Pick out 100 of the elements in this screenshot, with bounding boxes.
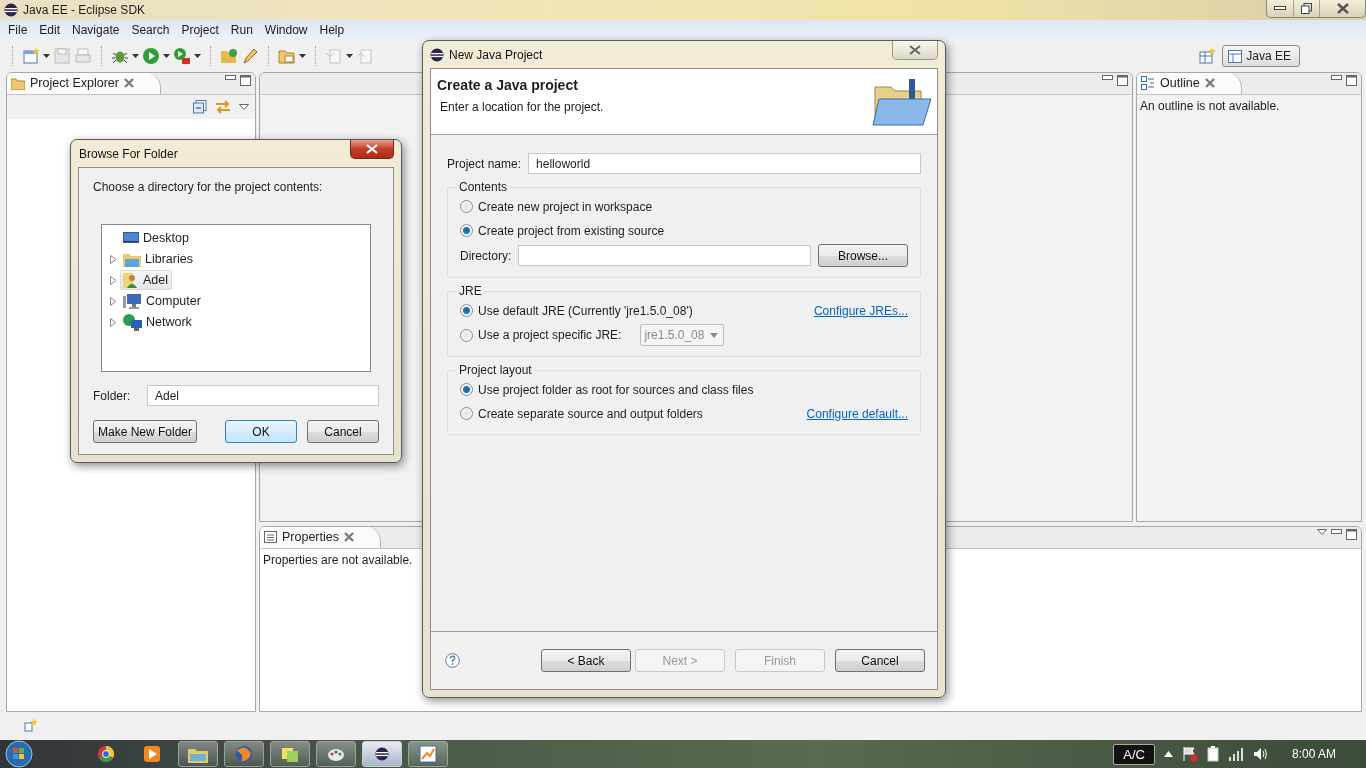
wizard-button[interactable]: < Back	[541, 649, 631, 672]
wizard-button: Next >	[635, 649, 725, 672]
menu-item[interactable]: File	[2, 23, 34, 37]
radio-button[interactable]	[460, 304, 473, 317]
caret-icon[interactable]	[299, 54, 306, 58]
expand-icon[interactable]	[110, 317, 117, 327]
tree-item[interactable]: Network	[120, 311, 196, 333]
close-icon	[909, 45, 921, 55]
eclipse-icon	[4, 3, 18, 17]
menu-item[interactable]: Help	[313, 23, 351, 37]
properties-icon	[264, 531, 277, 543]
close-button[interactable]	[350, 140, 394, 159]
start-icon[interactable]	[4, 740, 34, 768]
tree-item-label: Libraries	[145, 252, 193, 266]
radio-label: Use project folder as root for sources and class files	[478, 382, 754, 397]
dialog-button[interactable]: OK	[225, 420, 297, 443]
taskbar-button[interactable]	[362, 741, 402, 767]
view-tab[interactable]: Outline	[1137, 73, 1242, 94]
view-tab[interactable]: Properties	[260, 527, 381, 548]
maximize-icon[interactable]	[1346, 75, 1357, 86]
dialog-button[interactable]: Make New Folder	[93, 420, 197, 443]
dialog-button[interactable]: Cancel	[307, 420, 379, 443]
user-folder-icon	[123, 272, 139, 288]
collapse-all-icon[interactable]	[193, 100, 207, 114]
expand-icon[interactable]	[110, 275, 117, 285]
configure-default-link[interactable]: Configure default...	[806, 406, 908, 421]
minimize-icon[interactable]	[225, 75, 236, 81]
menu-item[interactable]: Edit	[33, 23, 67, 37]
caret-icon[interactable]	[43, 54, 50, 58]
dialog-prompt: Choose a directory for the project contents:	[93, 180, 324, 194]
close-icon[interactable]	[123, 78, 134, 88]
folder-icon	[871, 77, 933, 129]
close-icon[interactable]	[344, 532, 354, 542]
close-icon	[1336, 3, 1349, 14]
radio-button[interactable]	[460, 407, 473, 420]
menu-item[interactable]: Search	[125, 23, 176, 37]
browse-button[interactable]: Browse...	[818, 244, 908, 267]
globe-icon	[235, 745, 253, 763]
wizard-button[interactable]: Cancel	[835, 649, 925, 672]
expand-icon[interactable]	[110, 296, 117, 306]
maximize-icon[interactable]	[1117, 75, 1128, 86]
minimize-icon[interactable]	[1331, 75, 1342, 81]
radio-button[interactable]	[460, 200, 473, 213]
media-player-icon[interactable]	[143, 745, 161, 763]
tree-item[interactable]: Desktop	[120, 229, 193, 247]
view-title: Project Explorer	[30, 76, 119, 90]
menu-item[interactable]: Navigate	[66, 23, 126, 37]
minimize-icon[interactable]	[1331, 529, 1342, 535]
caret-icon[interactable]	[163, 54, 170, 58]
radio-label: Create separate source and output folders	[478, 406, 703, 421]
minimize-icon[interactable]	[1102, 75, 1113, 81]
tree-item-label: Computer	[146, 294, 201, 308]
folder-field[interactable]: Adel	[147, 385, 379, 406]
folder-icon	[123, 251, 141, 267]
menu-item[interactable]: Run	[224, 23, 259, 37]
project-name-field[interactable]: helloworld	[528, 153, 921, 174]
help-icon[interactable]	[445, 653, 460, 668]
caret-icon[interactable]	[194, 54, 201, 58]
eclipse-icon	[430, 47, 444, 62]
close-button[interactable]	[892, 41, 938, 60]
expand-icon[interactable]	[110, 254, 117, 264]
browser-icon[interactable]	[97, 745, 115, 763]
radio-button[interactable]	[460, 224, 473, 237]
clock: 8:00 AM	[1291, 747, 1336, 761]
radio-label: Create new project in workspace	[478, 199, 653, 214]
group-label: Project layout	[458, 363, 533, 377]
menu-item[interactable]: Window	[258, 23, 314, 37]
field-label: Project name:	[447, 156, 522, 171]
battery-icon[interactable]	[1206, 746, 1219, 762]
speaker-icon[interactable]	[1252, 747, 1269, 761]
wizard-button: Finish	[735, 649, 825, 672]
perspective-button[interactable]: Java EE	[1222, 45, 1300, 67]
view-title: Properties	[282, 530, 339, 544]
folder-icon[interactable]	[220, 47, 238, 65]
maximize-icon[interactable]	[240, 75, 251, 86]
close-icon[interactable]	[1204, 78, 1215, 88]
pen-icon[interactable]	[241, 47, 259, 65]
view-menu-icon[interactable]	[239, 104, 249, 110]
show-hidden-icons-icon[interactable]	[1163, 751, 1173, 757]
wizard-description: Enter a location for the project.	[439, 100, 605, 114]
radio-button[interactable]	[460, 383, 473, 396]
view-tab[interactable]: Project Explorer	[7, 73, 161, 94]
network-icon	[123, 313, 142, 331]
radio-button[interactable]	[460, 328, 473, 342]
tree-item[interactable]: Computer	[120, 291, 205, 311]
directory-field[interactable]	[518, 245, 811, 266]
tree-item-label: Network	[146, 315, 192, 329]
outline-icon	[1141, 76, 1155, 90]
configure-jres-link[interactable]: Configure JREs...	[813, 303, 908, 318]
signal-icon[interactable]	[1227, 747, 1244, 761]
menu-item[interactable]: Project	[175, 23, 225, 37]
maximize-icon[interactable]	[1346, 529, 1357, 540]
flag-icon[interactable]	[1181, 746, 1198, 762]
tree-item[interactable]: Adel	[120, 270, 173, 290]
notes-icon	[281, 745, 299, 763]
tree-item[interactable]: Libraries	[120, 249, 197, 269]
view-menu-icon[interactable]	[1317, 529, 1327, 535]
dialog-title: New Java Project	[449, 47, 543, 62]
caret-icon[interactable]	[346, 54, 353, 58]
caret-icon[interactable]	[132, 54, 139, 58]
